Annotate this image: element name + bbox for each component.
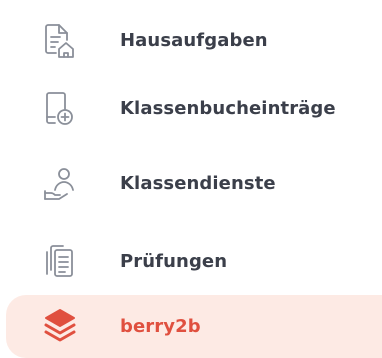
sidebar-item-label: Klassenbucheinträge xyxy=(120,98,336,119)
sidebar-item-berry2b[interactable]: berry2b xyxy=(6,295,382,358)
sidebar-nav: Hausaufgaben Klassenbucheinträge Klassen xyxy=(0,0,382,358)
sidebar-item-label: Hausaufgaben xyxy=(120,30,268,51)
sidebar-item-klassendienste[interactable]: Klassendienste xyxy=(0,149,382,219)
sidebar-item-label: Klassendienste xyxy=(120,173,276,194)
class-register-add-icon xyxy=(40,90,80,128)
exams-icon xyxy=(40,243,80,281)
homework-icon xyxy=(40,22,80,60)
class-duty-icon xyxy=(40,165,80,203)
sidebar-item-label: berry2b xyxy=(120,316,201,337)
sidebar-item-hausaufgaben[interactable]: Hausaufgaben xyxy=(0,6,382,76)
layers-icon xyxy=(40,307,80,345)
sidebar-item-label: Prüfungen xyxy=(120,251,228,272)
sidebar-item-klassenbucheintraege[interactable]: Klassenbucheinträge xyxy=(0,74,382,144)
sidebar-item-pruefungen[interactable]: Prüfungen xyxy=(0,227,382,297)
